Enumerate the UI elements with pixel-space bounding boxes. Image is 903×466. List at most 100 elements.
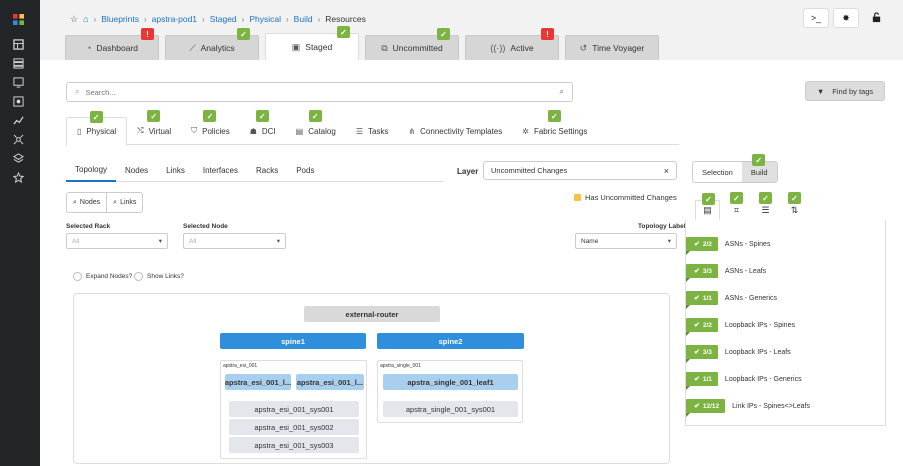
subtab-physical[interactable]: ✓ ▯ Physical [66, 111, 128, 146]
tab-staged[interactable]: ✓ ▣ Staged [265, 26, 359, 60]
subtab-label: Connectivity Templates [420, 126, 503, 136]
resources-ok-badge: ✓ [702, 193, 715, 205]
tab-racks[interactable]: Racks [247, 159, 287, 182]
topology-label-select[interactable]: Name ▾ [575, 233, 677, 249]
subtab-label: Fabric Settings [533, 126, 588, 136]
resource-label: Loopback IPs - Spines [724, 321, 795, 329]
breadcrumb-separator: › [286, 14, 289, 24]
tab-build[interactable]: ✓ Build [741, 154, 777, 182]
resource-badge: ✔ 3/3 [686, 264, 718, 282]
tab-time-voyager[interactable]: ↺ Time Voyager [565, 35, 659, 60]
subtab-tasks[interactable]: ☰ Tasks [346, 117, 399, 145]
nodes-view-button[interactable]: ⌕ Nodes [67, 193, 106, 212]
cli-button[interactable]: >_ [803, 8, 829, 28]
resource-count: 1/1 [702, 375, 712, 383]
system-node[interactable]: apstra_single_001_sys001 [383, 401, 518, 417]
tab-uncommitted[interactable]: ✓ ⧉ Uncommitted [365, 28, 459, 60]
devices-tab[interactable]: ✓ ☰ [753, 192, 778, 220]
physical-ok-badge: ✓ [89, 111, 103, 123]
layer-select[interactable]: Uncommitted Changes × [483, 161, 677, 180]
tab-analytics[interactable]: ✓ ⟋ Analytics [165, 28, 259, 60]
subtab-dci[interactable]: ✓ ☗ DCI [240, 110, 286, 145]
links-view-button[interactable]: ⌕ Links [106, 193, 142, 212]
search-submit-icon[interactable]: ⌕ [560, 87, 564, 97]
sort-icon: ⇅ [790, 204, 799, 215]
breadcrumb-staged[interactable]: Staged [210, 14, 237, 24]
catalog-icon: ▤ [295, 126, 304, 136]
analytics-nav-icon[interactable] [11, 113, 25, 127]
show-links-checkbox[interactable]: Show Links? [134, 272, 184, 281]
resource-item[interactable]: ✔ 1/1 Loopback IPs - Generics [686, 370, 886, 390]
apstra-logo-icon[interactable] [11, 12, 25, 26]
subtab-fabric-settings[interactable]: ✓ ✲ Fabric Settings [512, 110, 597, 145]
selected-node-select[interactable]: All ▾ [183, 233, 286, 249]
resource-item[interactable]: ✔ 3/3 Loopback IPs - Leafs [686, 343, 886, 363]
resource-item[interactable]: ✔ 2/2 ASNs - Spines [686, 235, 886, 255]
expand-nodes-checkbox[interactable]: Expand Nodes? [73, 272, 132, 281]
home-icon[interactable]: ⌂ [83, 14, 88, 24]
resources-tab[interactable]: ✓ ▤ [695, 193, 720, 220]
spine2-node[interactable]: spine2 [377, 333, 524, 349]
leaf-node[interactable]: apstra_esi_001_l... [225, 374, 291, 390]
breadcrumb-physical[interactable]: Physical [249, 14, 281, 24]
blueprints-nav-icon[interactable] [11, 37, 25, 51]
build-ok-badge: ✓ [752, 154, 766, 166]
subtab-label: Catalog [308, 126, 336, 136]
lock-button[interactable] [863, 8, 889, 28]
tab-interfaces[interactable]: Interfaces [194, 159, 247, 182]
tab-nodes[interactable]: Nodes [116, 159, 157, 182]
tab-selection[interactable]: Selection [693, 162, 742, 182]
favorites-nav-icon[interactable] [11, 170, 25, 184]
devices-nav-icon[interactable] [11, 56, 25, 70]
resource-item[interactable]: ✔ 3/3 ASNs - Leafs [686, 262, 886, 282]
tab-dashboard[interactable]: ! ◔ Dashboard [65, 28, 159, 60]
clear-icon[interactable]: × [664, 166, 669, 176]
search-input[interactable] [85, 87, 554, 97]
subtab-catalog[interactable]: ✓ ▤ Catalog [286, 110, 346, 145]
device-profiles-tab[interactable]: ✓ ⌗ [724, 192, 749, 220]
system-node[interactable]: apstra_esi_001_sys001 [229, 401, 359, 417]
resource-count: 3/3 [702, 348, 712, 356]
server-icon: ☰ [761, 204, 770, 215]
design-nav-icon[interactable] [11, 75, 25, 89]
tab-pods[interactable]: Pods [287, 159, 323, 182]
platform-nav-icon[interactable] [11, 151, 25, 165]
breadcrumb: ☆ ⌂ › Blueprints › apstra-pod1 › Staged … [70, 13, 366, 25]
tab-topology[interactable]: Topology [66, 159, 117, 182]
tab-links[interactable]: Links [157, 159, 194, 182]
breadcrumb-build[interactable]: Build [294, 14, 313, 24]
resource-item[interactable]: ✔ 2/2 Loopback IPs - Spines [686, 316, 886, 336]
subtab-connectivity-templates[interactable]: ⋔ Connectivity Templates [398, 117, 512, 145]
leaf-node[interactable]: apstra_single_001_leaf1 [383, 374, 518, 390]
gear-icon: ✲ [522, 126, 529, 136]
find-by-tags-button[interactable]: ▼ Find by tags [805, 81, 885, 101]
tab-active[interactable]: ! ((·)) Active [465, 28, 559, 60]
bug-button[interactable]: ✸ [833, 8, 859, 28]
rack-apstra-esi-001[interactable]: apstra_esi_001 apstra_esi_001_l... apstr… [220, 360, 367, 459]
breadcrumb-blueprints[interactable]: Blueprints [101, 14, 139, 24]
terminal-icon: >_ [810, 13, 822, 23]
system-node[interactable]: apstra_esi_001_sys002 [229, 419, 359, 435]
resource-item[interactable]: ✔ 12/12 Link IPs - Spines<>Leafs [686, 397, 886, 417]
spine1-node[interactable]: spine1 [220, 333, 366, 349]
checkbox-circle [134, 272, 143, 281]
rack-name: apstra_single_001 [380, 363, 421, 369]
subtab-policies[interactable]: ✓ ⛉ Policies [181, 110, 240, 145]
subtab-virtual[interactable]: ✓ ⤭ Virtual [127, 110, 181, 145]
catalog-ok-badge: ✓ [308, 110, 322, 122]
left-nav-bar [0, 0, 40, 466]
sort-tab[interactable]: ✓ ⇅ [782, 192, 807, 220]
selected-rack-select[interactable]: All ▾ [66, 233, 168, 249]
external-router-node[interactable]: external-router [304, 306, 440, 322]
resource-count: 2/2 [702, 321, 712, 329]
rack-apstra-single-001[interactable]: apstra_single_001 apstra_single_001_leaf… [377, 360, 523, 423]
view-toggle: ⌕ Nodes ⌕ Links [66, 192, 144, 213]
show-links-label: Show Links? [147, 273, 184, 280]
external-systems-nav-icon[interactable] [11, 132, 25, 146]
resource-item[interactable]: ✔ 1/1 ASNs - Generics [686, 289, 886, 309]
system-node[interactable]: apstra_esi_001_sys003 [229, 437, 359, 453]
star-icon[interactable]: ☆ [70, 14, 78, 25]
breadcrumb-blueprint[interactable]: apstra-pod1 [152, 14, 197, 24]
leaf-node[interactable]: apstra_esi_001_l... [296, 374, 364, 390]
resources-nav-icon[interactable] [11, 94, 25, 108]
